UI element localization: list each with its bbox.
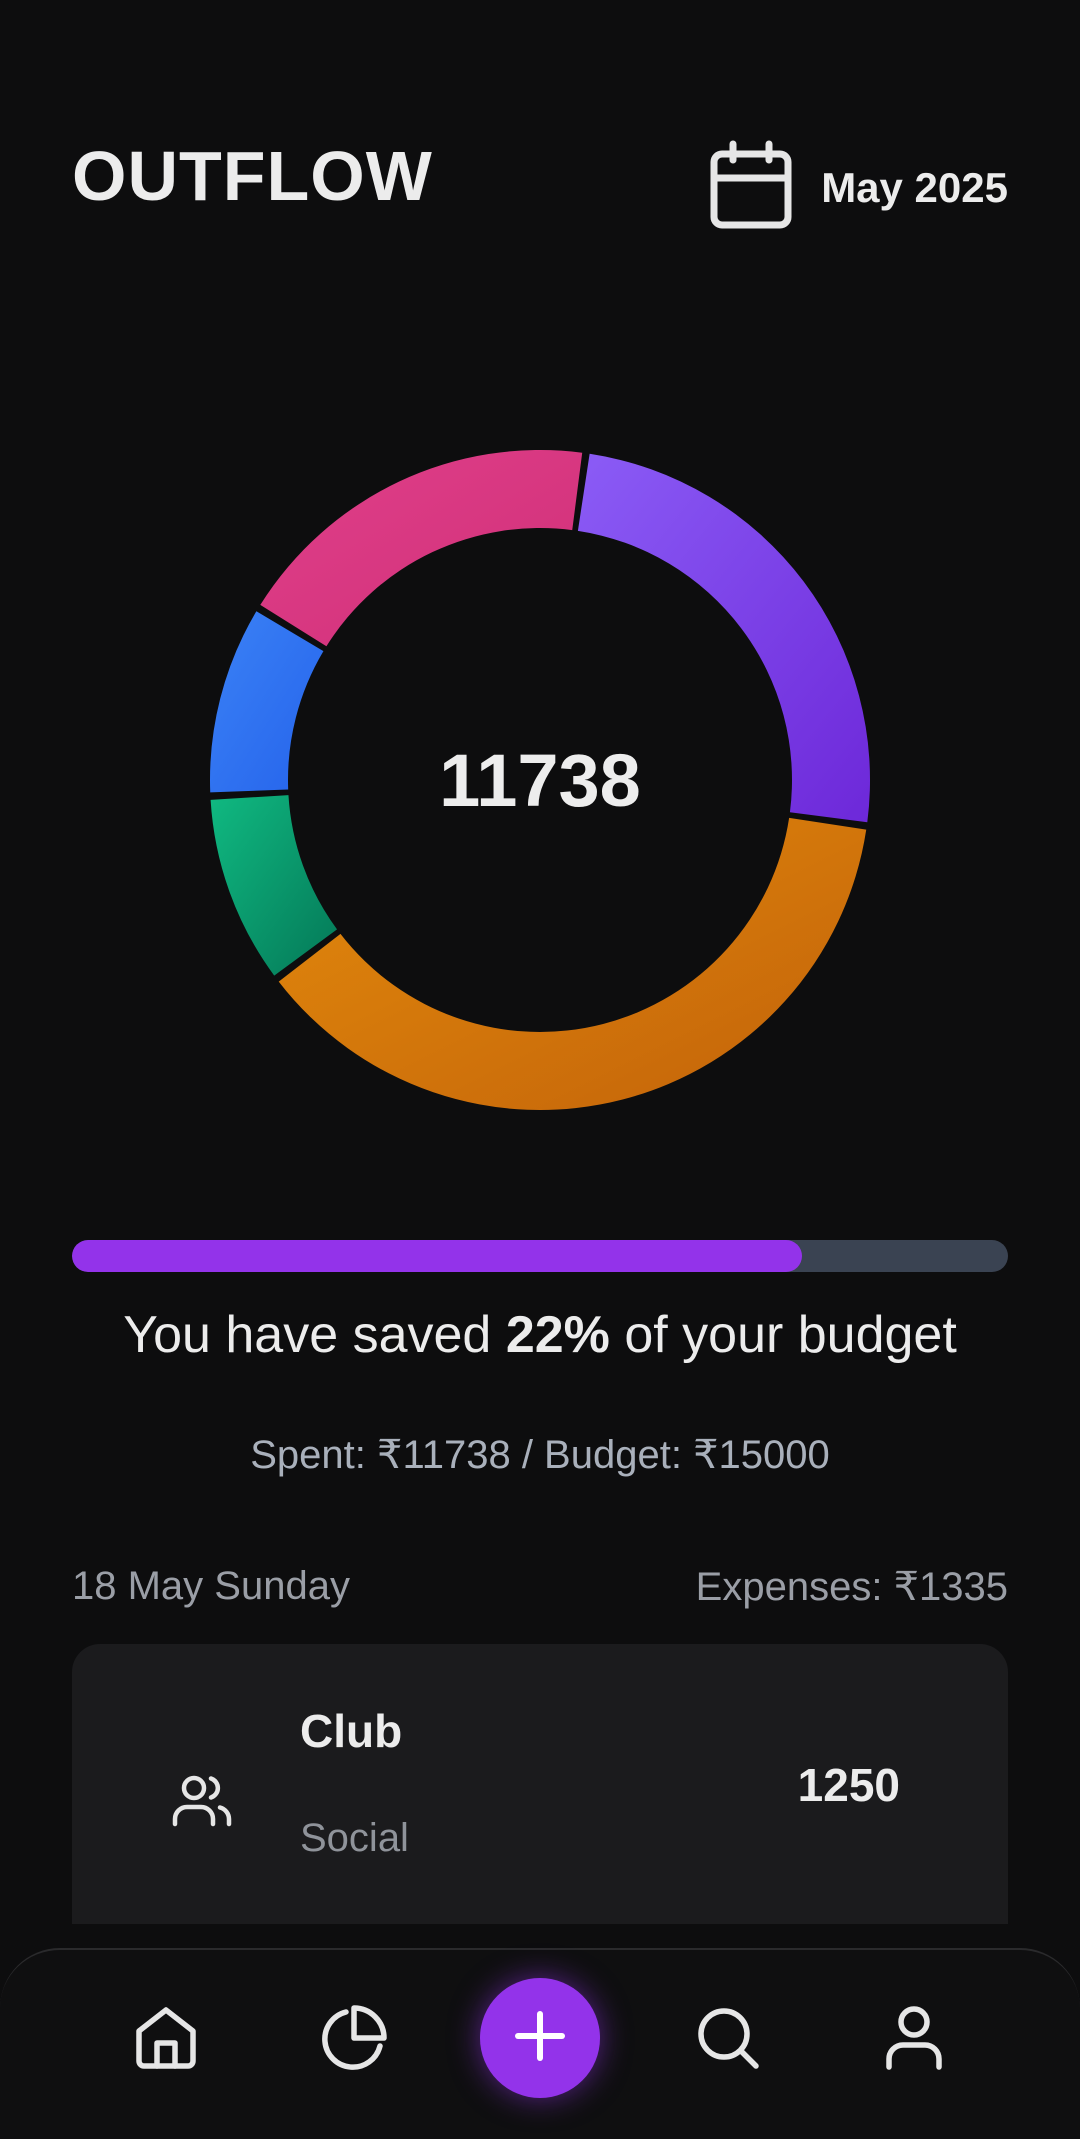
transaction-title: Club (300, 1705, 403, 1757)
user-icon (884, 2005, 944, 2076)
donut-total: 11738 (439, 738, 641, 822)
month-label: May 2025 (821, 163, 1008, 211)
plus-icon (514, 2010, 566, 2067)
saved-percent: 22% (505, 1306, 610, 1364)
day-label: 18 May Sunday (72, 1564, 350, 1608)
nav-stats[interactable] (314, 2000, 394, 2080)
spent-budget-text: Spent: ₹11738 / Budget: ₹15000 (250, 1433, 830, 1477)
home-icon (133, 2005, 199, 2076)
search-icon (695, 2005, 761, 2076)
pie-chart-icon (320, 2004, 388, 2077)
saved-prefix: You have saved (123, 1306, 506, 1364)
calendar-icon (709, 140, 793, 235)
spending-donut-chart: 11738 (200, 440, 880, 1120)
transaction-card[interactable]: Club Social 1250 (72, 1644, 1008, 1924)
saved-message: You have saved 22% of your budget (0, 1305, 1080, 1365)
add-expense-button[interactable] (480, 1978, 600, 2098)
users-icon (172, 1774, 232, 1835)
nav-search[interactable] (688, 2000, 768, 2080)
nav-home[interactable] (126, 2000, 206, 2080)
bottom-nav (0, 1948, 1080, 2139)
transaction-amount: 1250 (797, 1759, 900, 1811)
budget-progress-fill (72, 1240, 803, 1272)
nav-profile[interactable] (874, 2000, 954, 2080)
app-title: OUTFLOW (72, 137, 433, 215)
header: OUTFLOW May 2025 (72, 130, 1008, 240)
day-summary: 18 May Sunday Expenses: ₹1335 (72, 1564, 1008, 1610)
transaction-category: Social (300, 1816, 409, 1860)
budget-progress-bar (72, 1240, 1008, 1272)
saved-suffix: of your budget (609, 1306, 957, 1364)
day-expenses: Expenses: ₹1335 (695, 1565, 1008, 1609)
month-picker[interactable]: May 2025 (709, 140, 1008, 235)
